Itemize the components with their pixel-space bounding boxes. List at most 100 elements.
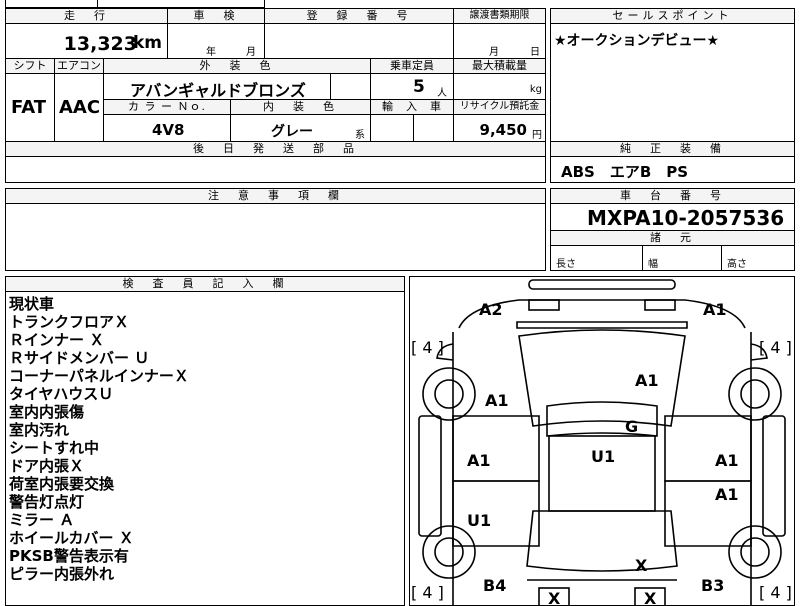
windshield-shape	[518, 329, 686, 427]
car-diagram: A2 A1 [ 4 ] [ 4 ] A1 A1 G A1 U1 A1 A1 U1…	[411, 279, 792, 606]
mileage-header: 走 行	[5, 8, 168, 24]
exterior-color-cell: アバンギャルドブロンズ	[103, 73, 331, 100]
interior-color-cell: グレー 系	[230, 114, 371, 142]
inspection-month-label: 月	[246, 47, 256, 58]
mark-x-rear-lamp-right: X	[644, 589, 657, 606]
shift-value: FAT	[11, 97, 47, 118]
exterior-color-header: 外 装 色	[103, 58, 371, 74]
transfer-deadline-header: 譲渡書類期限	[453, 8, 546, 24]
sales-point-cell: ★オークションデビュー★	[550, 23, 795, 142]
damage-marks: A2 A1 [ 4 ] [ 4 ] A1 A1 G A1 U1 A1 A1 U1…	[411, 300, 792, 606]
capacity-header: 乗車定員	[370, 58, 454, 74]
mark-g-windshield: G	[625, 417, 638, 436]
recycle-deposit-unit: 円	[532, 130, 542, 141]
later-parts-cell	[5, 156, 546, 183]
mark-tire-front-left: [ 4 ]	[411, 338, 444, 357]
interior-color-header: 内 装 色	[230, 99, 371, 115]
registration-cell	[264, 23, 454, 59]
inspector-note-line: 現状車	[9, 295, 55, 313]
capacity-cell: 5 人	[370, 73, 454, 100]
width-cell: 幅	[642, 245, 722, 271]
mark-a1-right-door: A1	[715, 451, 739, 470]
inspector-note-line: 室内汚れ	[9, 421, 70, 439]
left-front-door-shape	[452, 415, 540, 482]
inspector-note-line: Ｒインナー Ｘ	[9, 331, 105, 349]
top-mid-cut-cell	[97, 0, 265, 8]
interior-color-value: グレー	[271, 124, 313, 140]
exterior-color-value: アバンギャルドブロンズ	[130, 81, 306, 100]
interior-color-suffix: 系	[355, 130, 365, 141]
chassis-number-header: 車 台 番 号	[550, 188, 795, 204]
later-parts-header: 後 日 発 送 部 品	[5, 141, 546, 157]
mark-tire-front-right: [ 4 ]	[759, 338, 792, 357]
top-left-cut-cell	[5, 0, 98, 8]
left-headlight-shape	[528, 299, 560, 311]
inspector-note-line: 警告灯点灯	[9, 493, 85, 511]
inspector-note-line: ピラー内張外れ	[9, 565, 115, 583]
mark-x-rear-lamp-left: X	[548, 589, 561, 606]
genuine-equipment-header: 純 正 装 備	[550, 141, 795, 157]
front-grille-shape	[516, 321, 688, 329]
width-label: 幅	[648, 259, 658, 270]
car-outline	[418, 279, 786, 605]
inspector-note-line: PKSB警告表示有	[9, 547, 129, 565]
front-roof-shape	[546, 401, 658, 437]
color-number-cell: 4V8	[103, 114, 231, 142]
inspector-note-line: コーナーパネルインナーＸ	[9, 367, 189, 385]
mileage-cell: 13,323 km	[5, 23, 168, 59]
registration-header: 登 録 番 号	[264, 8, 454, 24]
inspector-notes-header: 検 査 員 記 入 欄	[5, 276, 405, 292]
inspector-notes-list: 現状車 トランクフロアＸ Ｒインナー Ｘ Ｒサイドメンバー Ｕ コーナーパネルイ…	[9, 295, 189, 583]
sales-point-header: セールスポイント	[550, 8, 795, 24]
aircon-cell: AAC	[54, 73, 104, 142]
mark-a2-front: A2	[479, 300, 503, 319]
rear-right-wheel-shape	[728, 525, 782, 579]
left-rear-door-shape	[452, 480, 540, 547]
exterior-color-extra-cell	[330, 73, 371, 100]
inspection-header: 車 検	[167, 8, 265, 24]
chassis-number-value: MXPA10-2057536	[587, 206, 785, 230]
mark-a1-left-door: A1	[467, 451, 491, 470]
recycle-deposit-header: リサイクル預託金	[453, 99, 546, 115]
mark-a1-front-right: A1	[703, 300, 727, 319]
inspector-notes-cell: 現状車 トランクフロアＸ Ｒインナー Ｘ Ｒサイドメンバー Ｕ コーナーパネルイ…	[5, 291, 405, 606]
shift-cell: FAT	[5, 73, 55, 142]
specs-header: 諸 元	[550, 230, 795, 246]
front-right-wheel-shape	[728, 367, 782, 421]
right-headlight-shape	[644, 299, 676, 311]
shift-header: シフト	[5, 58, 55, 74]
genuine-equipment-cell: ABS エアB PS	[550, 156, 795, 183]
length-cell: 長さ	[550, 245, 643, 271]
chassis-number-cell: MXPA10-2057536	[550, 203, 795, 231]
rear-window-shape	[526, 510, 678, 572]
mileage-value: 13,323	[63, 33, 137, 55]
mark-b4-rear-left: B4	[483, 576, 506, 595]
capacity-unit: 人	[437, 88, 447, 99]
right-sill-shape	[762, 415, 786, 537]
mark-x-rear-window: X	[635, 556, 648, 575]
front-bumper-shape	[528, 279, 676, 290]
import-cell-b	[413, 114, 454, 142]
mark-u1-roof: U1	[591, 447, 615, 466]
recycle-deposit-cell: 9,450 円	[453, 114, 546, 142]
inspector-note-line: ホイールカバー Ｘ	[9, 529, 134, 547]
aircon-header: エアコン	[54, 58, 104, 74]
mark-b3-rear-right: B3	[701, 576, 724, 595]
max-load-unit: kg	[529, 84, 542, 95]
inspector-note-line: 荷室内張要交換	[9, 475, 115, 493]
max-load-cell: kg	[453, 73, 546, 100]
right-front-door-shape	[664, 415, 752, 482]
capacity-value: 5	[413, 77, 425, 97]
max-load-header: 最大積載量	[453, 58, 546, 74]
height-cell: 高さ	[721, 245, 795, 271]
transfer-day-label: 日	[530, 47, 540, 58]
mark-a1-right-rear: A1	[715, 485, 739, 504]
import-cell-a	[370, 114, 414, 142]
mark-tire-rear-left: [ 4 ]	[411, 583, 444, 602]
mark-u1-left-rear: U1	[467, 511, 491, 530]
mileage-unit: km	[132, 33, 162, 53]
height-label: 高さ	[727, 259, 747, 270]
color-number-header: カ ラ ー Ｎｏ.	[103, 99, 231, 115]
inspector-note-line: 室内内張傷	[9, 403, 85, 421]
length-label: 長さ	[556, 259, 576, 270]
